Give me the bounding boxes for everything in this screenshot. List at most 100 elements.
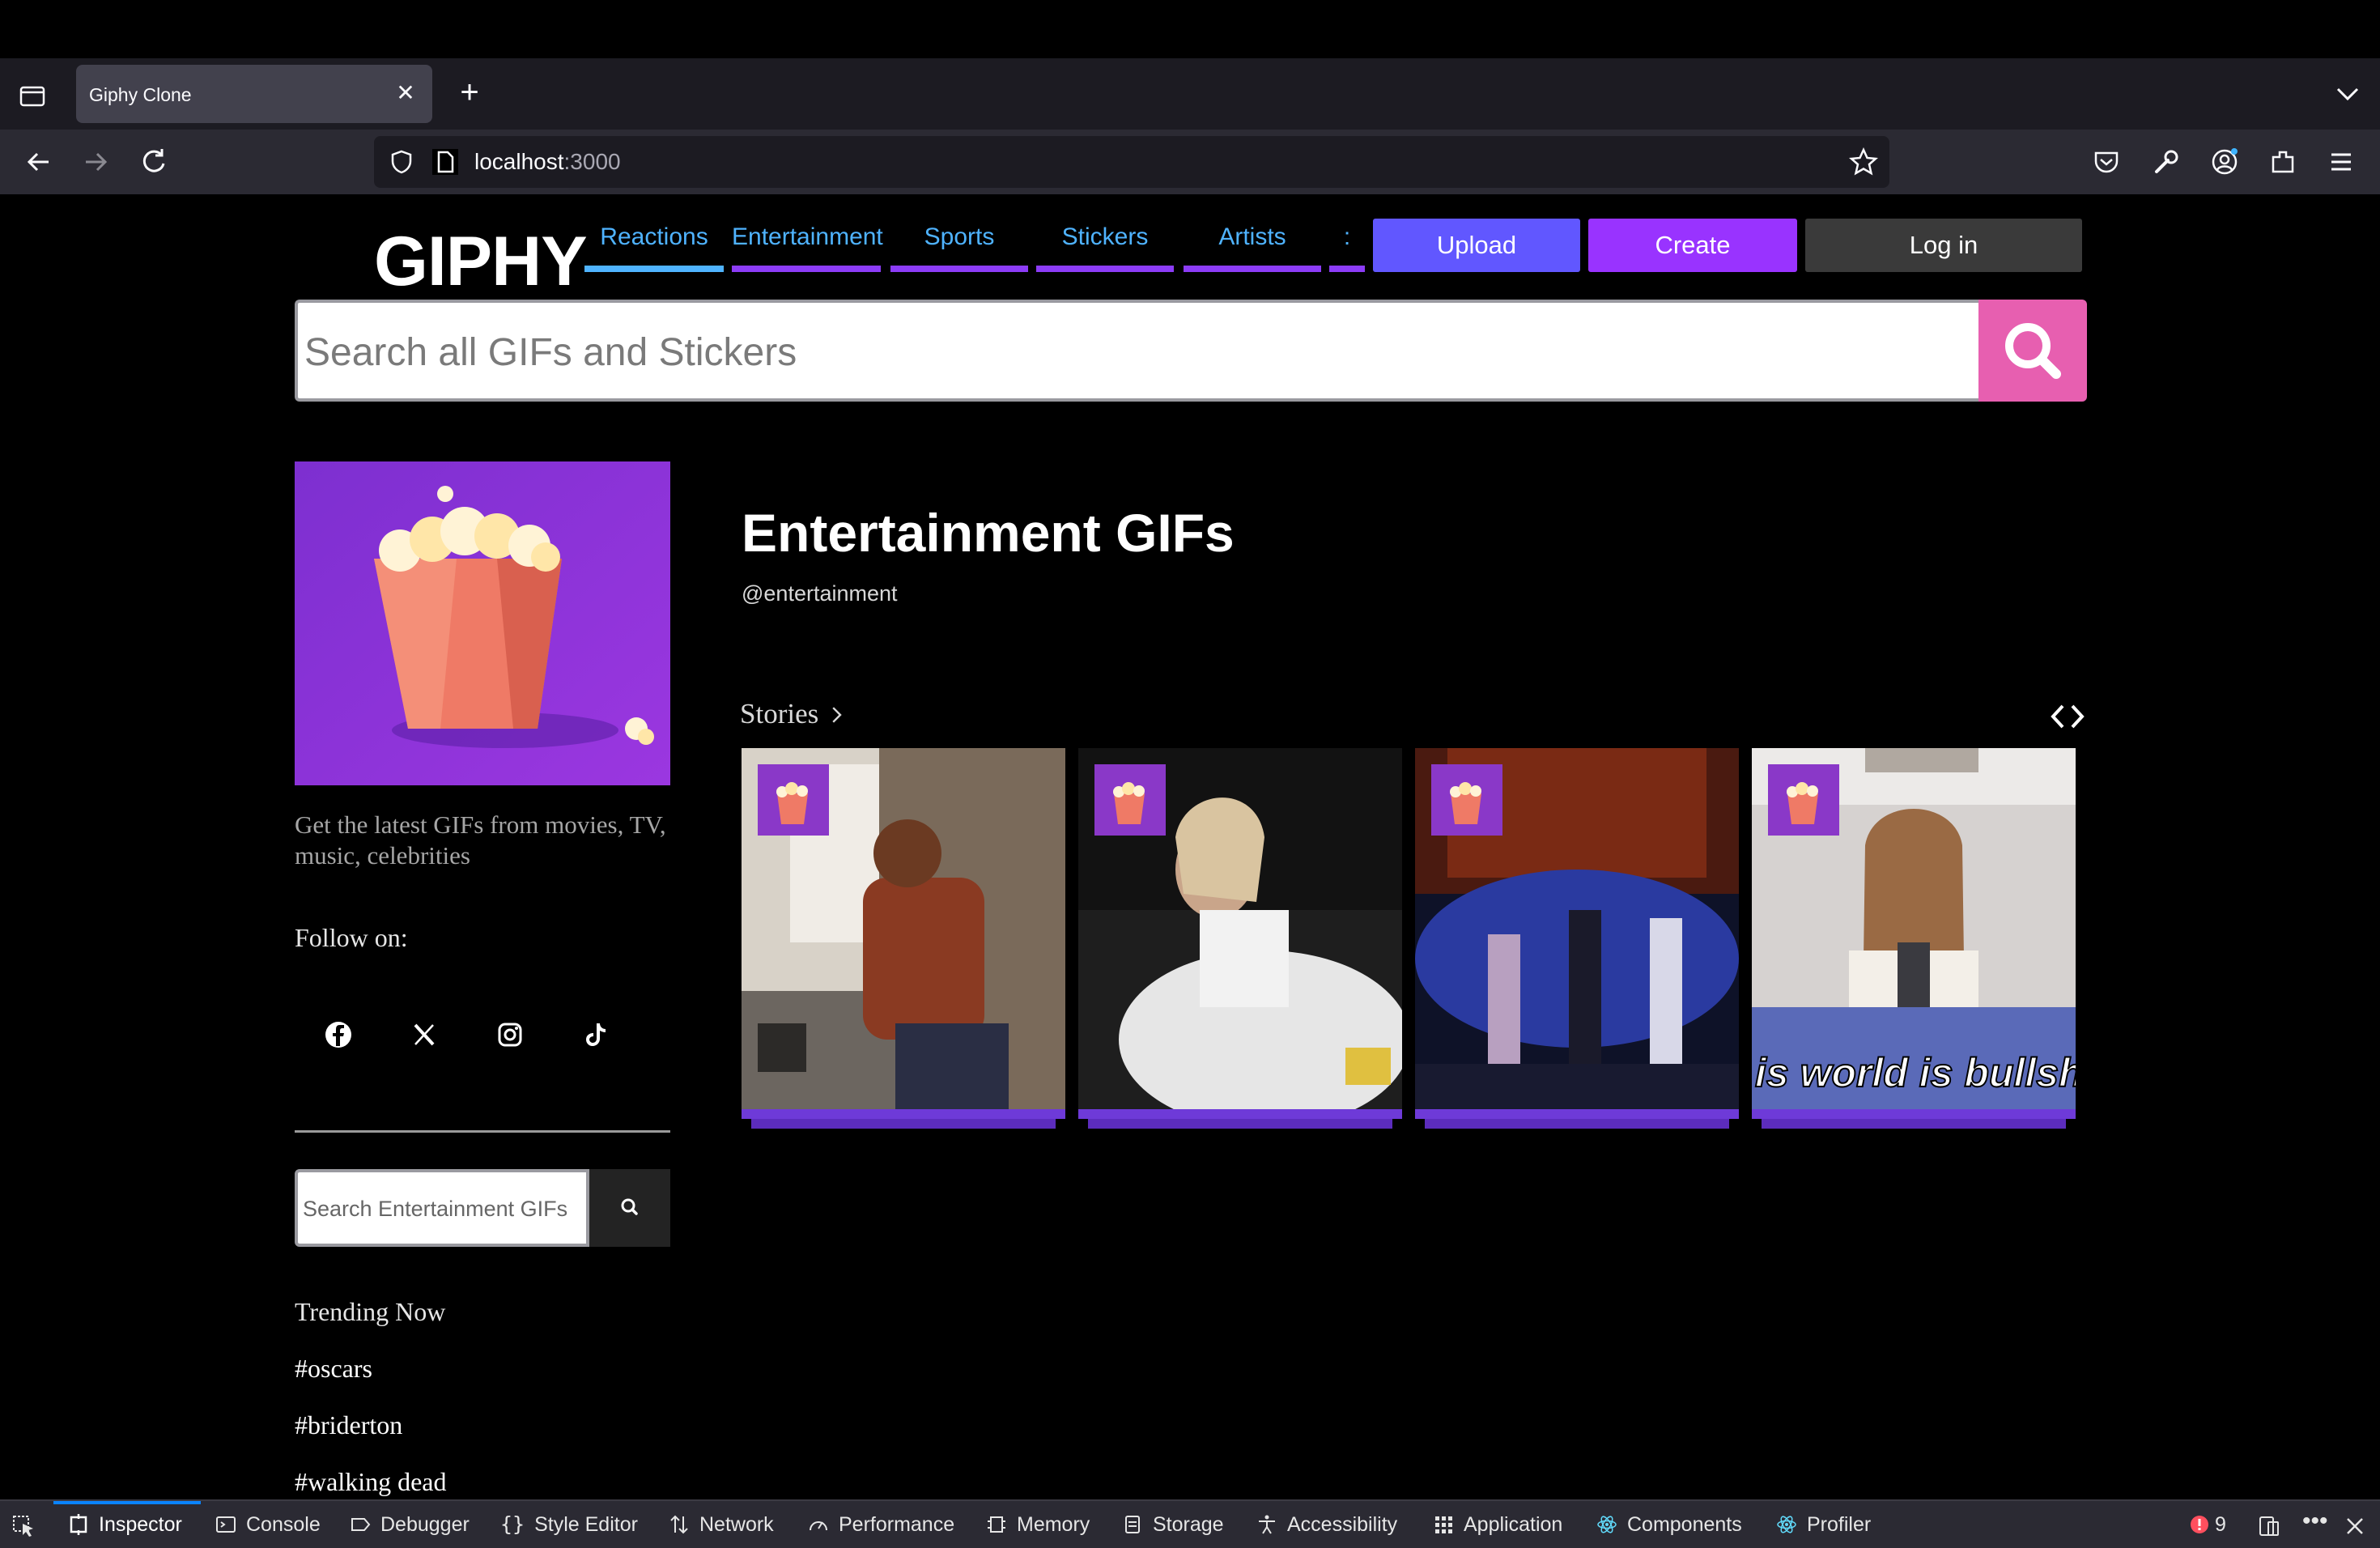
- search-input[interactable]: Search all GIFs and Stickers: [295, 300, 1978, 402]
- nav-reactions[interactable]: Reactions: [584, 223, 724, 272]
- card-stripe: [1415, 1109, 1739, 1119]
- entertainment-banner: [295, 461, 670, 785]
- url-host: localhost: [474, 149, 564, 174]
- reload-icon[interactable]: [136, 144, 172, 180]
- nav-underline: [1184, 266, 1321, 272]
- page-content: GIPHY Reactions Entertainment Sports Sti…: [0, 194, 2380, 1499]
- element-picker-icon[interactable]: [11, 1514, 36, 1538]
- nav-underline: [1329, 266, 1365, 272]
- stories-link[interactable]: Stories: [740, 698, 844, 730]
- card-stripe: [1425, 1119, 1729, 1129]
- x-icon[interactable]: [408, 1019, 440, 1051]
- devtools-tab-debugger[interactable]: Debugger: [350, 1501, 470, 1548]
- devtools-tab-components[interactable]: Components: [1596, 1501, 1742, 1548]
- popcorn-avatar-icon: [1094, 764, 1166, 836]
- trending-tag[interactable]: #oscars: [295, 1354, 372, 1384]
- giphy-logo[interactable]: GIPHY: [374, 222, 588, 302]
- network-icon: [670, 1515, 688, 1534]
- browser-tab[interactable]: Giphy Clone ✕: [76, 65, 432, 123]
- stories-label: Stories: [740, 698, 819, 729]
- nav-sports[interactable]: Sports: [890, 223, 1028, 272]
- nav-stickers[interactable]: Stickers: [1036, 223, 1174, 272]
- story-card[interactable]: is world is bullsh: [1752, 748, 2076, 1133]
- responsive-design-icon[interactable]: [2257, 1514, 2281, 1538]
- nav-underline: [1036, 266, 1174, 272]
- braces-icon: {}: [500, 1512, 525, 1536]
- devtools-tab-profiler[interactable]: Profiler: [1776, 1501, 1871, 1548]
- devtools-tab-network[interactable]: Network: [669, 1501, 774, 1548]
- devtools-tab-label: Components: [1627, 1513, 1742, 1536]
- pocket-icon[interactable]: [2090, 146, 2123, 178]
- main-search: Search all GIFs and Stickers: [295, 300, 2087, 402]
- nav-artists[interactable]: Artists: [1184, 223, 1321, 272]
- card-stripe: [1752, 1109, 2076, 1119]
- url-bar[interactable]: localhost:3000: [374, 136, 1889, 188]
- devtools-tab-accessibility[interactable]: Accessibility: [1256, 1501, 1397, 1548]
- nav-underline: [890, 266, 1028, 272]
- login-button[interactable]: Log in: [1805, 219, 2082, 272]
- nav-entertainment[interactable]: Entertainment: [732, 223, 883, 272]
- close-tab-icon[interactable]: ✕: [392, 79, 419, 107]
- entertainment-search-input[interactable]: Search Entertainment GIFs: [295, 1169, 589, 1247]
- nav-underline: [732, 266, 881, 272]
- devtools-tab-application[interactable]: Application: [1433, 1501, 1562, 1548]
- card-stripe: [1078, 1109, 1402, 1119]
- create-button[interactable]: Create: [1588, 219, 1797, 272]
- card-stripe: [742, 1109, 1065, 1119]
- back-icon[interactable]: [21, 144, 57, 180]
- url-port: :3000: [563, 149, 621, 174]
- devtools-tab-label: Console: [246, 1513, 321, 1536]
- search-icon: [621, 1198, 638, 1215]
- devtools-tab-label: Performance: [839, 1513, 955, 1536]
- story-card[interactable]: [742, 748, 1065, 1133]
- trending-tag[interactable]: #briderton: [295, 1410, 402, 1440]
- application-icon: [1435, 1516, 1452, 1533]
- facebook-icon[interactable]: [322, 1019, 355, 1051]
- devtools-tab-memory[interactable]: Memory: [986, 1501, 1090, 1548]
- carousel-arrows-icon[interactable]: [2048, 701, 2087, 732]
- story-card[interactable]: [1415, 748, 1739, 1133]
- devtools-tab-inspector[interactable]: Inspector: [68, 1501, 182, 1548]
- shield-icon[interactable]: [389, 149, 414, 175]
- account-icon[interactable]: [2208, 146, 2241, 178]
- instagram-icon[interactable]: [494, 1019, 526, 1051]
- devtools-tab-style-editor[interactable]: {} Style Editor: [500, 1501, 638, 1548]
- storage-icon: [1125, 1516, 1140, 1533]
- chevron-down-icon[interactable]: [2331, 78, 2364, 110]
- performance-icon: [810, 1521, 827, 1531]
- new-tab-icon[interactable]: +: [453, 76, 486, 108]
- bookmark-star-icon[interactable]: [1849, 147, 1878, 176]
- wrench-icon[interactable]: [2150, 146, 2182, 178]
- tiktok-icon[interactable]: [580, 1019, 612, 1051]
- page-icon: [432, 149, 458, 175]
- devtools-tab-performance[interactable]: Performance: [808, 1501, 954, 1548]
- nav-more[interactable]: :: [1329, 223, 1365, 272]
- nav-label: Sports: [924, 223, 995, 250]
- sidebar-divider: [295, 1130, 670, 1133]
- devtools-tab-storage[interactable]: Storage: [1122, 1501, 1224, 1548]
- devtools-tab-label: Network: [699, 1513, 774, 1536]
- nav-label: Stickers: [1061, 223, 1149, 250]
- devtools-tab-label: Style Editor: [534, 1513, 638, 1536]
- story-card[interactable]: [1078, 748, 1402, 1133]
- tab-title: Giphy Clone: [89, 84, 192, 105]
- channel-handle[interactable]: @entertainment: [742, 581, 898, 606]
- channel-avatar: [1431, 764, 1502, 836]
- devtools-tab-console[interactable]: Console: [215, 1501, 321, 1548]
- entertainment-search-placeholder: Search Entertainment GIFs: [303, 1197, 568, 1221]
- gif-caption: is world is bullsh: [1754, 1049, 2076, 1096]
- browser-toolbar: localhost:3000: [0, 130, 2380, 194]
- extensions-icon[interactable]: [2267, 146, 2299, 178]
- nav-label: Entertainment: [732, 223, 883, 250]
- forward-icon[interactable]: [78, 144, 113, 180]
- search-button[interactable]: [1978, 300, 2087, 402]
- tab-list-icon[interactable]: [16, 79, 49, 112]
- more-options-icon[interactable]: •••: [2302, 1509, 2328, 1533]
- upload-button[interactable]: Upload: [1373, 219, 1580, 272]
- close-devtools-icon[interactable]: [2344, 1516, 2365, 1537]
- trending-tag[interactable]: #walking dead: [295, 1467, 447, 1497]
- menu-icon[interactable]: [2325, 146, 2357, 178]
- entertainment-search-button[interactable]: [589, 1169, 670, 1247]
- card-stripe: [1762, 1119, 2066, 1129]
- error-count[interactable]: 9: [2189, 1501, 2226, 1548]
